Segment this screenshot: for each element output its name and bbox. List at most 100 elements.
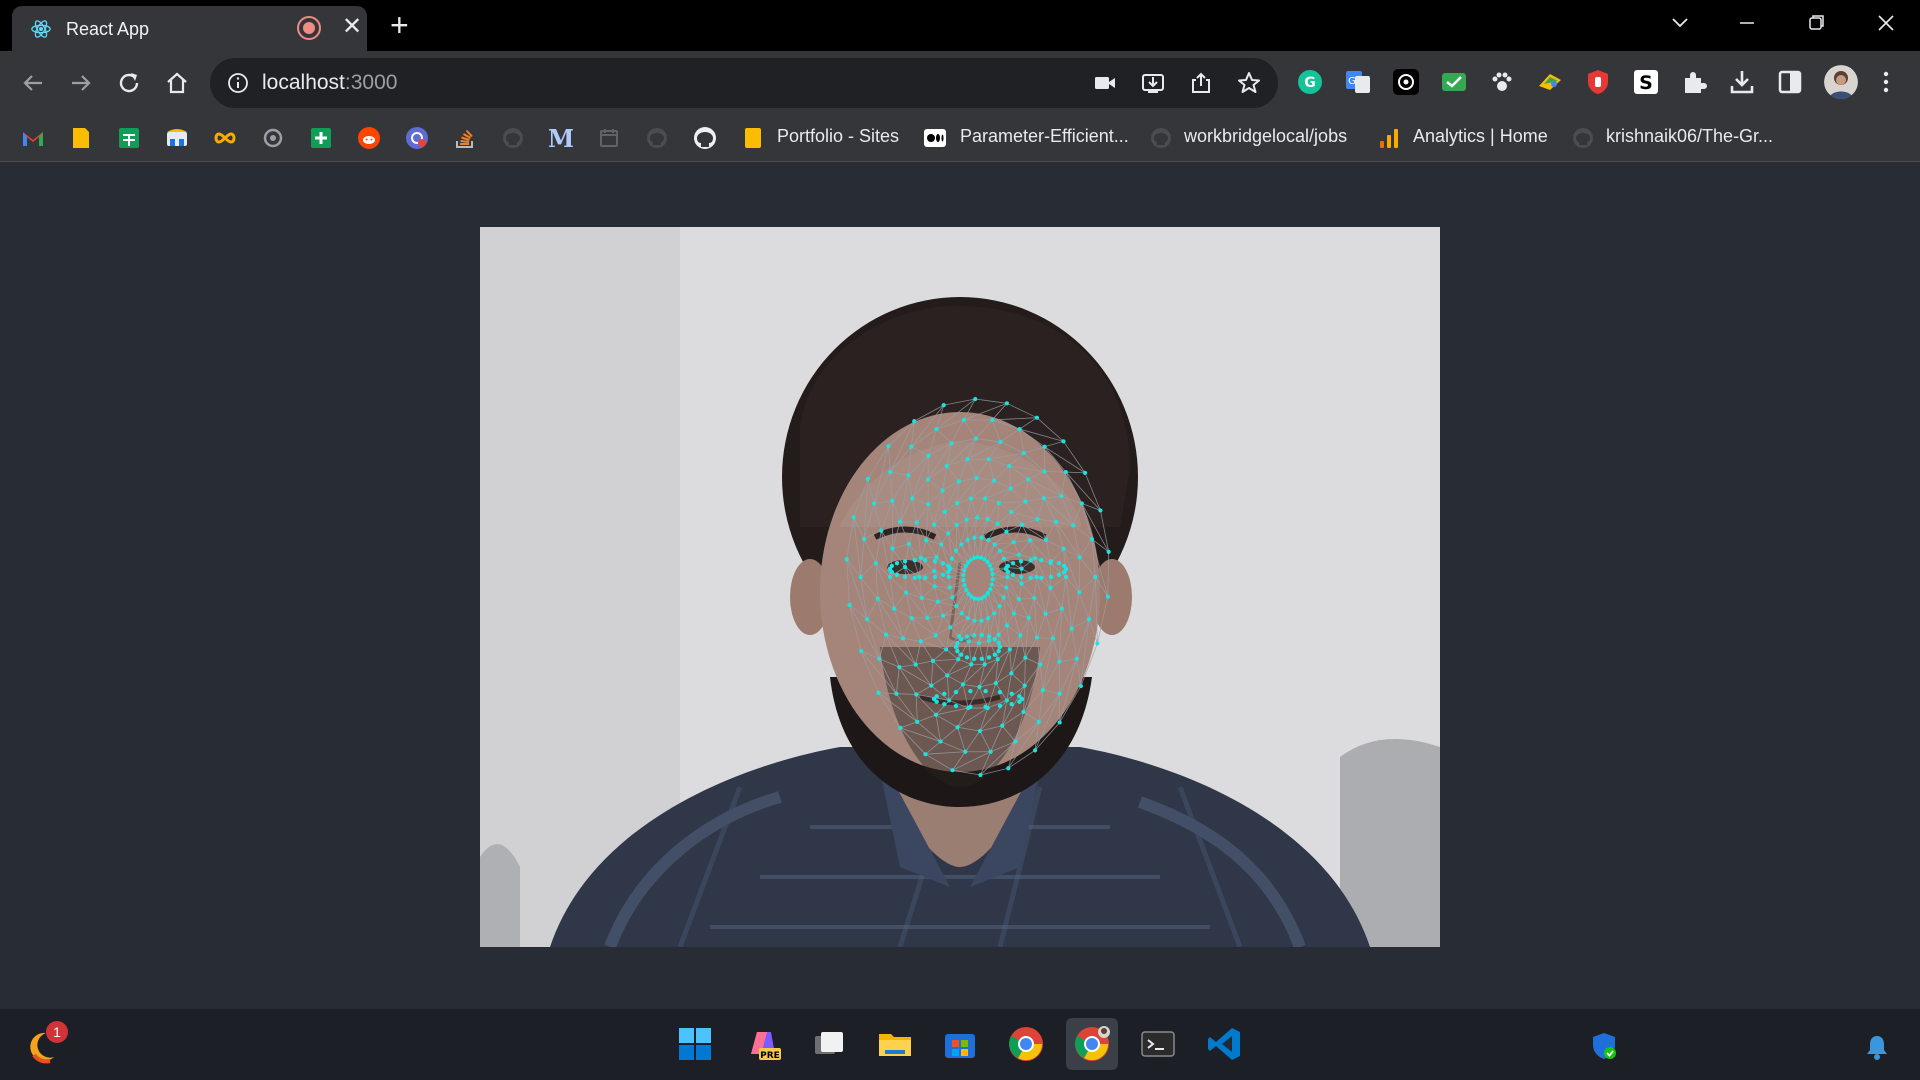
github-icon[interactable] bbox=[1571, 126, 1595, 150]
openai-icon[interactable] bbox=[1392, 68, 1420, 96]
github-icon[interactable] bbox=[693, 126, 717, 150]
mesh-landmark-point bbox=[932, 559, 938, 564]
analytics-icon[interactable] bbox=[1377, 126, 1401, 150]
mesh-landmark-point bbox=[918, 555, 924, 561]
mesh-landmark-point bbox=[985, 591, 990, 596]
mesh-landmark-point bbox=[986, 537, 991, 543]
mesh-landmark-point bbox=[949, 441, 954, 446]
taskbar-terminal[interactable] bbox=[1132, 1018, 1184, 1070]
close-tab-icon[interactable]: ✕ bbox=[342, 15, 362, 39]
minimize-icon[interactable] bbox=[1727, 8, 1767, 38]
share-icon[interactable] bbox=[1188, 70, 1214, 96]
new-tab-button[interactable]: + bbox=[390, 9, 409, 41]
paw-icon[interactable] bbox=[1488, 68, 1516, 96]
taskbar-copilot-pre[interactable]: PRE bbox=[737, 1018, 789, 1070]
tab-react-app[interactable]: React App ✕ bbox=[12, 6, 367, 51]
mesh-landmark-point bbox=[1032, 555, 1038, 561]
classroom-icon[interactable] bbox=[165, 126, 189, 150]
mesh-landmark-point bbox=[1007, 463, 1012, 469]
taskbar-file-explorer[interactable] bbox=[869, 1018, 921, 1070]
mesh-landmark-point bbox=[926, 502, 931, 507]
url-text[interactable]: localhost:3000 bbox=[262, 71, 397, 95]
mesh-landmark-point bbox=[945, 569, 951, 575]
reload-icon[interactable] bbox=[114, 68, 144, 98]
forward-arrow-icon[interactable] bbox=[66, 68, 96, 98]
calendar-icon[interactable] bbox=[597, 126, 621, 150]
bookmark-star-icon[interactable] bbox=[1236, 70, 1262, 96]
bookmark-analytics-home[interactable]: Analytics | Home bbox=[1413, 126, 1548, 147]
mesh-landmark-point bbox=[932, 574, 938, 579]
mesh-landmark-point bbox=[945, 563, 951, 569]
github-icon[interactable] bbox=[501, 126, 525, 150]
mesh-landmark-point bbox=[890, 546, 895, 551]
infinity-icon[interactable] bbox=[213, 126, 237, 150]
mesh-landmark-point bbox=[894, 561, 900, 566]
taskbar-vscode[interactable] bbox=[1198, 1018, 1250, 1070]
bookmark-krishnaik06[interactable]: krishnaik06/The-Gr... bbox=[1606, 126, 1773, 147]
extensions-puzzle-icon[interactable] bbox=[1680, 68, 1708, 96]
mesh-landmark-point bbox=[989, 582, 994, 587]
mesh-landmark-point bbox=[1001, 595, 1006, 600]
notification-bell-icon[interactable] bbox=[1864, 1033, 1890, 1061]
mesh-landmark-point bbox=[915, 719, 920, 724]
mesh-landmark-point bbox=[985, 559, 990, 565]
mesh-landmark-point bbox=[992, 611, 997, 616]
mesh-landmark-point bbox=[964, 655, 970, 660]
taskbar-start-button[interactable] bbox=[669, 1018, 721, 1070]
downloads-icon[interactable] bbox=[1728, 68, 1756, 96]
chatgpt-icon[interactable] bbox=[405, 126, 429, 150]
extensions-icon[interactable] bbox=[261, 126, 285, 150]
install-app-icon[interactable] bbox=[1140, 70, 1166, 96]
profile-avatar[interactable] bbox=[1824, 65, 1858, 99]
svg-text:G: G bbox=[1348, 76, 1356, 87]
mesh-landmark-point bbox=[1034, 415, 1039, 420]
address-bar[interactable]: localhost:3000 bbox=[210, 58, 1278, 108]
store-icon bbox=[945, 1034, 975, 1058]
kebab-menu-icon[interactable] bbox=[1872, 68, 1900, 96]
mesh-landmark-point bbox=[992, 652, 998, 657]
terminal-icon bbox=[1141, 1031, 1175, 1057]
mesh-landmark-point bbox=[1023, 655, 1028, 660]
medium-m-icon[interactable]: M bbox=[549, 126, 573, 150]
sheets-icon[interactable] bbox=[117, 126, 141, 150]
webcam-frame bbox=[480, 227, 1440, 947]
google-translate-icon[interactable]: G bbox=[1344, 68, 1372, 96]
tab-search-chevron-icon[interactable] bbox=[1660, 8, 1700, 38]
plus-sheet-icon[interactable] bbox=[309, 126, 333, 150]
back-arrow-icon[interactable] bbox=[18, 68, 48, 98]
s-extension-icon[interactable]: S bbox=[1632, 68, 1660, 96]
mesh-landmark-point bbox=[982, 662, 987, 667]
mesh-landmark-point bbox=[974, 476, 979, 481]
windows-security-icon[interactable] bbox=[1590, 1031, 1618, 1061]
side-panel-icon[interactable] bbox=[1776, 68, 1804, 96]
bookmark-portfolio-sites[interactable]: Portfolio - Sites bbox=[777, 126, 899, 147]
mesh-landmark-point bbox=[940, 572, 946, 577]
grammarly-icon[interactable]: G bbox=[1296, 68, 1324, 96]
mesh-landmark-point bbox=[912, 419, 917, 424]
gmail-icon[interactable] bbox=[21, 126, 45, 150]
camera-in-use-icon[interactable] bbox=[1092, 70, 1118, 96]
home-icon[interactable] bbox=[162, 68, 192, 98]
reddit-icon[interactable] bbox=[357, 126, 381, 150]
taskbar-chrome[interactable] bbox=[1000, 1018, 1052, 1070]
keep-icon[interactable] bbox=[69, 126, 93, 150]
colorful-extension-icon[interactable] bbox=[1536, 68, 1564, 96]
taskbar-task-view[interactable] bbox=[803, 1018, 855, 1070]
bookmark-parameter-efficient[interactable]: Parameter-Efficient... bbox=[960, 126, 1129, 147]
restore-icon[interactable] bbox=[1796, 8, 1836, 38]
github-icon[interactable] bbox=[645, 126, 669, 150]
mesh-landmark-point bbox=[995, 521, 1000, 526]
site-info-icon[interactable] bbox=[226, 71, 250, 95]
taskbar-chrome-profile[interactable] bbox=[1066, 1018, 1118, 1070]
github-icon[interactable] bbox=[1149, 126, 1173, 150]
folder-icon[interactable] bbox=[741, 126, 765, 150]
close-window-icon[interactable] bbox=[1866, 8, 1906, 38]
medium-icon[interactable] bbox=[923, 126, 947, 150]
stackoverflow-icon[interactable] bbox=[453, 126, 477, 150]
mesh-landmark-point bbox=[858, 648, 864, 654]
bookmark-workbridgelocal-jobs[interactable]: workbridgelocal/jobs bbox=[1184, 126, 1347, 147]
taskbar-microsoft-store[interactable] bbox=[934, 1018, 986, 1070]
mail-check-icon[interactable] bbox=[1440, 68, 1468, 96]
mesh-landmark-point bbox=[973, 436, 978, 441]
adblock-hand-icon[interactable] bbox=[1584, 68, 1612, 96]
